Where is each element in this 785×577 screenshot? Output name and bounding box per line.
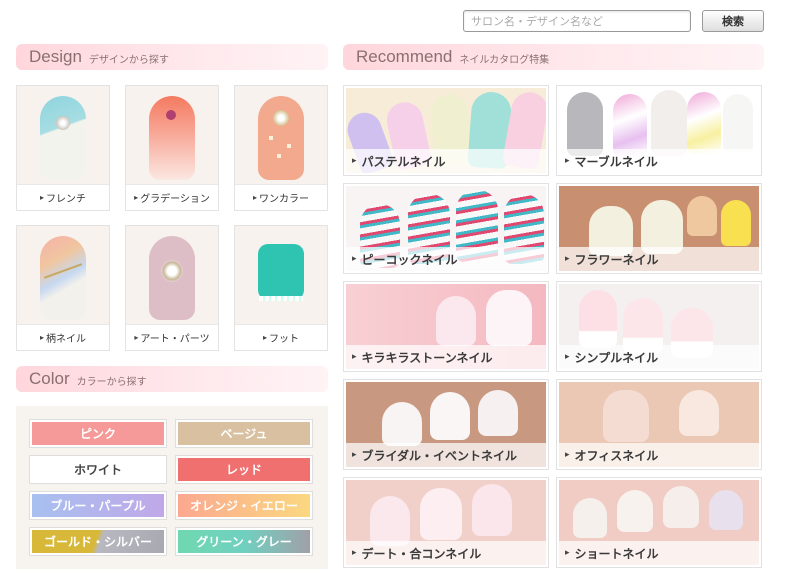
chevron-right-icon: ▸ bbox=[39, 193, 44, 202]
design-item-label: ▸ フレンチ bbox=[17, 184, 109, 210]
chevron-right-icon: ▸ bbox=[352, 548, 357, 558]
recommend-item-label: ▸ フラワーネイル bbox=[559, 247, 759, 271]
color-section-header: Color カラーから探す bbox=[16, 366, 328, 392]
color-white-button[interactable]: ホワイト bbox=[30, 456, 166, 483]
color-pink-button[interactable]: ピンク bbox=[30, 420, 166, 447]
color-green-gray-button[interactable]: グリーン・グレー bbox=[176, 528, 312, 555]
recommend-item-label: ▸ シンプルネイル bbox=[559, 345, 759, 369]
design-item-label: ▸ 柄ネイル bbox=[17, 324, 109, 350]
chevron-right-icon: ▸ bbox=[352, 450, 357, 460]
recommend-item-rhinestone[interactable]: ▸ キラキラストーンネイル bbox=[343, 281, 549, 372]
design-item-one-color[interactable]: ▸ ワンカラー bbox=[234, 85, 328, 211]
recommend-item-peacock[interactable]: ▸ ピーコックネイル bbox=[343, 183, 549, 274]
design-item-art-parts[interactable]: ▸ アート・パーツ bbox=[125, 225, 219, 351]
design-item-label: ▸ ワンカラー bbox=[235, 184, 327, 210]
chevron-right-icon: ▸ bbox=[565, 548, 570, 558]
recommend-item-label: ▸ オフィスネイル bbox=[559, 443, 759, 467]
recommend-item-marble[interactable]: ▸ マーブルネイル bbox=[556, 85, 762, 176]
search-input[interactable] bbox=[463, 10, 691, 32]
chevron-right-icon: ▸ bbox=[565, 352, 570, 362]
pattern-nail-image bbox=[17, 226, 109, 324]
recommend-item-simple[interactable]: ▸ シンプルネイル bbox=[556, 281, 762, 372]
design-item-gradation[interactable]: ▸ グラデーション bbox=[125, 85, 219, 211]
recommend-item-bridal[interactable]: ▸ ブライダル・イベントネイル bbox=[343, 379, 549, 470]
color-gold-silver-button[interactable]: ゴールド・シルバー bbox=[30, 528, 166, 555]
color-red-button[interactable]: レッド bbox=[176, 456, 312, 483]
recommend-item-pastel[interactable]: ▸ パステルネイル bbox=[343, 85, 549, 176]
recommend-item-office[interactable]: ▸ オフィスネイル bbox=[556, 379, 762, 470]
chevron-right-icon: ▸ bbox=[134, 193, 139, 202]
recommend-item-label: ▸ デート・合コンネイル bbox=[346, 541, 546, 565]
recommend-item-label: ▸ キラキラストーンネイル bbox=[346, 345, 546, 369]
foot-nail-image bbox=[235, 226, 327, 324]
design-item-pattern[interactable]: ▸ 柄ネイル bbox=[16, 225, 110, 351]
design-item-label: ▸ グラデーション bbox=[126, 184, 218, 210]
recommend-item-label: ▸ マーブルネイル bbox=[559, 149, 759, 173]
chevron-right-icon: ▸ bbox=[565, 156, 570, 166]
color-beige-button[interactable]: ベージュ bbox=[176, 420, 312, 447]
gradation-nail-image bbox=[126, 86, 218, 184]
recommend-item-label: ▸ ショートネイル bbox=[559, 541, 759, 565]
design-section-header: Design デザインから探す bbox=[16, 44, 328, 70]
chevron-right-icon: ▸ bbox=[565, 254, 570, 264]
design-item-label: ▸ フット bbox=[235, 324, 327, 350]
recommend-item-short[interactable]: ▸ ショートネイル bbox=[556, 477, 762, 568]
chevron-right-icon: ▸ bbox=[565, 450, 570, 460]
design-title: Design bbox=[29, 47, 82, 66]
design-item-label: ▸ アート・パーツ bbox=[126, 324, 218, 350]
recommend-subtitle: ネイルカタログ特集 bbox=[459, 55, 550, 66]
recommend-title: Recommend bbox=[356, 47, 453, 66]
chevron-right-icon: ▸ bbox=[262, 333, 267, 342]
design-item-french[interactable]: ▸ フレンチ bbox=[16, 85, 110, 211]
recommend-section-header: Recommend ネイルカタログ特集 bbox=[343, 44, 764, 70]
chevron-right-icon: ▸ bbox=[134, 333, 139, 342]
recommend-item-date[interactable]: ▸ デート・合コンネイル bbox=[343, 477, 549, 568]
search-button[interactable]: 検索 bbox=[702, 10, 764, 32]
color-title: Color bbox=[29, 369, 70, 388]
recommend-item-flower[interactable]: ▸ フラワーネイル bbox=[556, 183, 762, 274]
art-parts-nail-image bbox=[126, 226, 218, 324]
color-orange-yellow-button[interactable]: オレンジ・イエロー bbox=[176, 492, 312, 519]
design-item-foot[interactable]: ▸ フット bbox=[234, 225, 328, 351]
chevron-right-icon: ▸ bbox=[39, 333, 44, 342]
chevron-right-icon: ▸ bbox=[352, 352, 357, 362]
color-subtitle: カラーから探す bbox=[76, 377, 147, 388]
chevron-right-icon: ▸ bbox=[352, 156, 357, 166]
recommend-item-label: ▸ ピーコックネイル bbox=[346, 247, 546, 271]
design-subtitle: デザインから探す bbox=[88, 55, 169, 66]
french-nail-image bbox=[17, 86, 109, 184]
color-blue-purple-button[interactable]: ブルー・パープル bbox=[30, 492, 166, 519]
recommend-item-label: ▸ ブライダル・イベントネイル bbox=[346, 443, 546, 467]
color-panel: ピンク ベージュ ホワイト レッド ブルー・パープル オレンジ・イエロー ゴール… bbox=[16, 406, 328, 569]
one-color-nail-image bbox=[235, 86, 327, 184]
chevron-right-icon: ▸ bbox=[352, 254, 357, 264]
recommend-item-label: ▸ パステルネイル bbox=[346, 149, 546, 173]
chevron-right-icon: ▸ bbox=[252, 193, 257, 202]
